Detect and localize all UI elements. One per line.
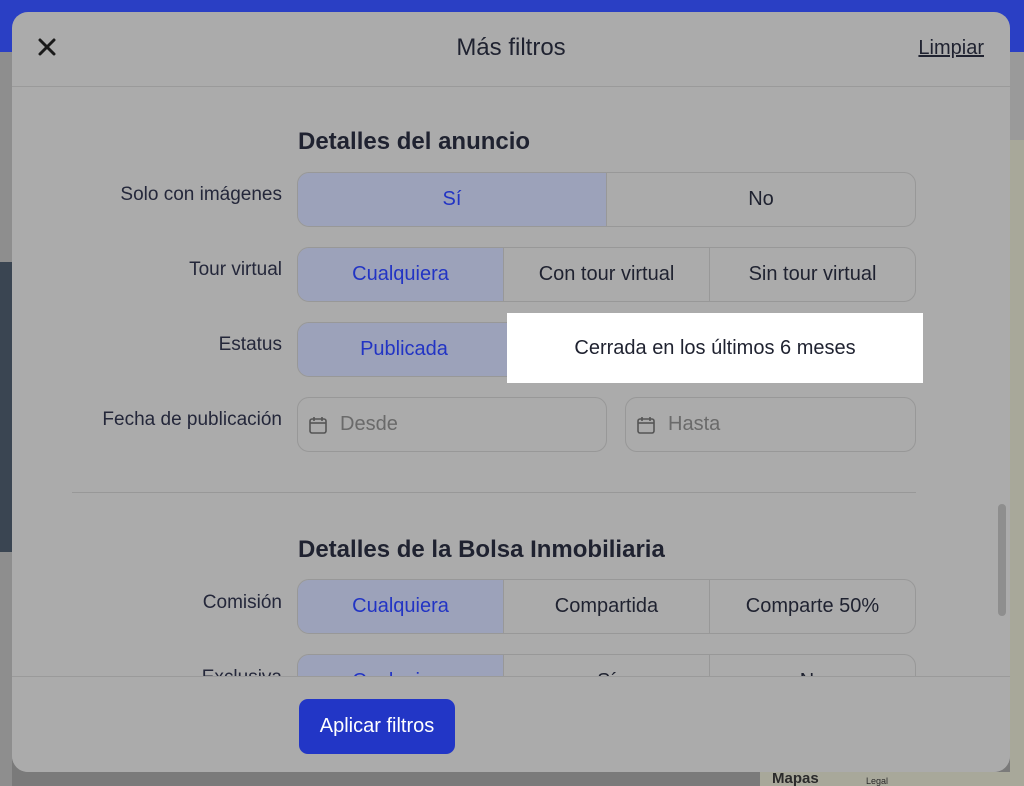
commission-option-50[interactable]: Comparte 50%: [709, 580, 915, 633]
background-listing-photo: [0, 262, 12, 552]
legal-link: Legal: [866, 776, 889, 786]
section-title-listing: Detalles del anuncio: [298, 128, 531, 155]
images-label: Solo con imágenes: [120, 184, 282, 205]
clear-filters-link[interactable]: Limpiar: [918, 37, 984, 60]
exclusive-option-any[interactable]: Cualquiera: [298, 655, 503, 676]
date-label: Fecha de publicación: [102, 409, 282, 430]
tour-option-without[interactable]: Sin tour virtual: [709, 248, 915, 301]
tour-option-any[interactable]: Cualquiera: [298, 248, 503, 301]
tour-option-with[interactable]: Con tour virtual: [503, 248, 709, 301]
section-title-mls: Detalles de la Bolsa Inmobiliaria: [298, 536, 665, 563]
date-from-placeholder: Desde: [340, 413, 398, 435]
modal-footer: Aplicar filtros: [12, 676, 1010, 772]
status-label: Estatus: [218, 334, 282, 355]
commission-option-any[interactable]: Cualquiera: [298, 580, 503, 633]
images-segmented-control: Sí No: [297, 172, 916, 227]
section-divider: [72, 492, 916, 493]
filters-modal: Más filtros Limpiar Detalles del anuncio…: [12, 12, 1010, 772]
maps-logo: Mapas: [772, 770, 819, 786]
modal-header: Más filtros Limpiar: [12, 12, 1010, 87]
status-option-published[interactable]: Publicada: [298, 323, 510, 376]
exclusive-label: Exclusiva: [12, 667, 282, 676]
calendar-icon: [637, 416, 655, 434]
date-to-field[interactable]: Hasta: [625, 397, 916, 452]
date-to-placeholder: Hasta: [668, 413, 721, 435]
tour-label: Tour virtual: [189, 259, 282, 280]
exclusive-option-no[interactable]: No: [709, 655, 915, 676]
commission-label: Comisión: [202, 592, 282, 613]
images-option-yes[interactable]: Sí: [298, 173, 606, 226]
exclusive-segmented-control: Cualquiera Sí No: [297, 654, 916, 676]
tour-segmented-control: Cualquiera Con tour virtual Sin tour vir…: [297, 247, 916, 302]
commission-segmented-control: Cualquiera Compartida Comparte 50%: [297, 579, 916, 634]
calendar-icon: [309, 416, 327, 434]
date-from-field[interactable]: Desde: [297, 397, 607, 452]
exclusive-option-yes[interactable]: Sí: [503, 655, 709, 676]
scrollbar-thumb[interactable]: [998, 504, 1006, 616]
background-map: [1010, 140, 1024, 786]
modal-title: Más filtros: [456, 34, 566, 61]
images-option-no[interactable]: No: [606, 173, 915, 226]
apply-filters-button[interactable]: Aplicar filtros: [299, 699, 455, 754]
commission-option-shared[interactable]: Compartida: [503, 580, 709, 633]
status-option-closed-6-months[interactable]: Cerrada en los últimos 6 meses: [507, 313, 923, 383]
